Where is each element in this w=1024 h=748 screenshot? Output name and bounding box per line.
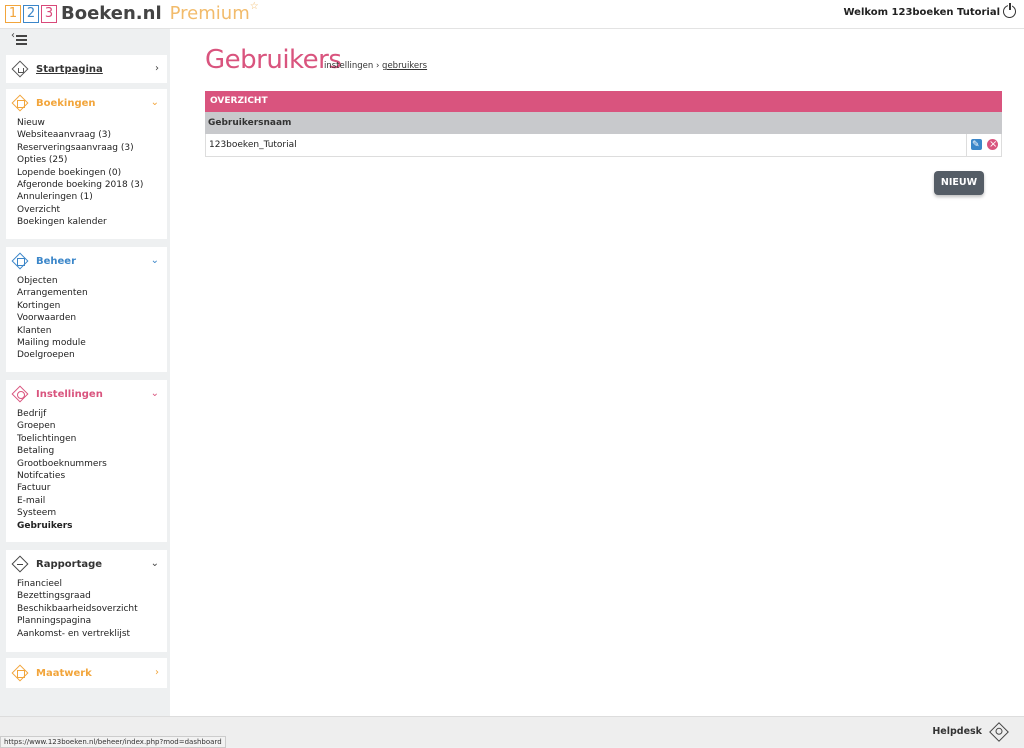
breadcrumb-current[interactable]: gebruikers — [382, 61, 427, 71]
sidebar-link[interactable]: Notifcaties — [17, 470, 167, 482]
sidebar-link[interactable]: Gebruikers — [17, 520, 167, 532]
settings-icon — [11, 385, 29, 403]
lifebuoy-icon[interactable] — [989, 722, 1009, 742]
home-icon — [11, 60, 29, 78]
collapse-menu-icon[interactable] — [11, 30, 27, 47]
panel-title: OVERZICHT — [205, 91, 1002, 112]
top-header: 1 2 3 Boeken.nl Premium ☆ Welkom 123boek… — [0, 0, 1024, 29]
logo-premium: Premium — [169, 3, 250, 24]
sidebar-link[interactable]: Lopende boekingen (0) — [17, 167, 167, 179]
app-logo[interactable]: 1 2 3 Boeken.nl Premium ☆ — [5, 1, 259, 24]
sidebar-link[interactable]: Afgeronde boeking 2018 (3) — [17, 179, 167, 191]
sidebar-header-instellingen[interactable]: Instellingen ⌄ — [6, 380, 167, 408]
row-actions — [966, 134, 1001, 156]
welcome-text: Welkom 123boeken Tutorial — [843, 7, 1000, 18]
sidebar-title-beheer: Beheer — [36, 255, 77, 267]
sidebar-link[interactable]: Klanten — [17, 325, 167, 337]
status-bar-url: https://www.123boeken.nl/beheer/index.ph… — [0, 736, 226, 748]
logo-brand: Boeken.nl — [61, 3, 162, 24]
chevron-right-icon: › — [155, 667, 159, 678]
chevron-down-icon: ⌄ — [150, 558, 159, 569]
table-row: 123boeken_Tutorial — [205, 134, 1002, 157]
sidebar-link[interactable]: Nieuw — [17, 117, 167, 129]
sidebar-title-maatwerk: Maatwerk — [36, 667, 92, 679]
chevron-down-icon: ⌄ — [150, 255, 159, 266]
sidebar-link[interactable]: Overzicht — [17, 204, 167, 216]
sidebar-link[interactable]: Opties (25) — [17, 154, 167, 166]
page-title: Gebruikers — [205, 45, 342, 75]
star-icon: ☆ — [249, 1, 259, 12]
sidebar-link[interactable]: Planningspagina — [17, 615, 167, 627]
sidebar-link[interactable]: Bezettingsgraad — [17, 590, 167, 602]
overview-panel: OVERZICHT Gebruikersnaam 123boeken_Tutor… — [205, 91, 1002, 157]
sidebar-link[interactable]: Kortingen — [17, 300, 167, 312]
sidebar-link[interactable]: Grootboeknummers — [17, 458, 167, 470]
tool-icon — [11, 664, 29, 682]
sidebar-link[interactable]: Objecten — [17, 275, 167, 287]
new-user-button[interactable]: NIEUW — [934, 171, 984, 195]
sidebar-header-rapportage[interactable]: Rapportage ⌄ — [6, 550, 167, 578]
main-content: Gebruikers instellingen › gebruikers OVE… — [170, 29, 1024, 716]
sidebar-title-instellingen: Instellingen — [36, 388, 103, 400]
sidebar-link[interactable]: Annuleringen (1) — [17, 191, 167, 203]
sidebar-section-start[interactable]: Startpagina › — [6, 55, 167, 83]
sidebar-link[interactable]: Toelichtingen — [17, 433, 167, 445]
sidebar-link[interactable]: Aankomst- en vertreklijst — [17, 628, 167, 640]
sidebar-link[interactable]: Groepen — [17, 420, 167, 432]
sidebar-link[interactable]: Beschikbaarheidsoverzicht — [17, 603, 167, 615]
sidebar-link[interactable]: Bedrijf — [17, 408, 167, 420]
sidebar-section-rapportage: Rapportage ⌄ Financieel Bezettingsgraad Be… — [6, 550, 167, 652]
sidebar-link[interactable]: Voorwaarden — [17, 312, 167, 324]
sidebar-title-start[interactable]: Startpagina — [36, 64, 103, 75]
sidebar-link[interactable]: Factuur — [17, 482, 167, 494]
sidebar-section-maatwerk[interactable]: Maatwerk › — [6, 658, 167, 688]
sidebar-section-bookings: Boekingen ⌄ Nieuw Websiteaanvraag (3) Rese… — [6, 89, 167, 239]
calendar-icon — [11, 94, 29, 112]
sidebar-link[interactable]: Websiteaanvraag (3) — [17, 129, 167, 141]
sidebar-link[interactable]: Reserveringsaanvraag (3) — [17, 142, 167, 154]
sidebar-link[interactable]: Betaling — [17, 445, 167, 457]
sidebar-link[interactable]: E-mail — [17, 495, 167, 507]
helpdesk-link[interactable]: Helpdesk — [932, 726, 982, 737]
edit-icon[interactable] — [971, 134, 982, 156]
sidebar-link[interactable]: Mailing module — [17, 337, 167, 349]
username-cell: 123boeken_Tutorial — [209, 140, 297, 150]
logo-digit-3: 3 — [41, 4, 57, 23]
sidebar: Startpagina › Boekingen ⌄ NieuwWebsiteaa… — [0, 29, 170, 716]
logo-digit-1: 1 — [5, 4, 21, 23]
sidebar-title-bookings: Boekingen — [36, 97, 96, 109]
sidebar-link[interactable]: Arrangementen — [17, 287, 167, 299]
chart-icon — [11, 555, 29, 573]
sidebar-header-bookings[interactable]: Boekingen ⌄ — [6, 89, 167, 117]
sidebar-link[interactable]: Systeem — [17, 507, 167, 519]
chevron-down-icon: ⌄ — [150, 97, 159, 108]
logo-digit-2: 2 — [23, 4, 39, 23]
power-icon[interactable] — [1003, 3, 1016, 18]
sidebar-section-beheer: Beheer ⌄ Objecten Arrangementen Kortingen V… — [6, 247, 167, 372]
footer: https://www.123boeken.nl/beheer/index.ph… — [0, 716, 1024, 748]
breadcrumb: instellingen › gebruikers — [324, 61, 427, 71]
delete-icon[interactable] — [987, 134, 998, 156]
sidebar-link[interactable]: Doelgroepen — [17, 349, 167, 361]
sidebar-title-rapportage: Rapportage — [36, 558, 103, 570]
sidebar-link[interactable]: Boekingen kalender — [17, 216, 167, 228]
breadcrumb-separator: › — [375, 61, 380, 71]
column-header-username: Gebruikersnaam — [205, 112, 1002, 134]
grid-icon — [11, 252, 29, 270]
chevron-down-icon: ⌄ — [150, 388, 159, 399]
sidebar-header-beheer[interactable]: Beheer ⌄ — [6, 247, 167, 275]
sidebar-section-instellingen: Instellingen ⌄ Bedrijf Groepen Toelichting… — [6, 380, 167, 542]
breadcrumb-parent[interactable]: instellingen — [324, 61, 373, 71]
sidebar-link[interactable]: Financieel — [17, 578, 167, 590]
chevron-right-icon: › — [155, 63, 159, 74]
